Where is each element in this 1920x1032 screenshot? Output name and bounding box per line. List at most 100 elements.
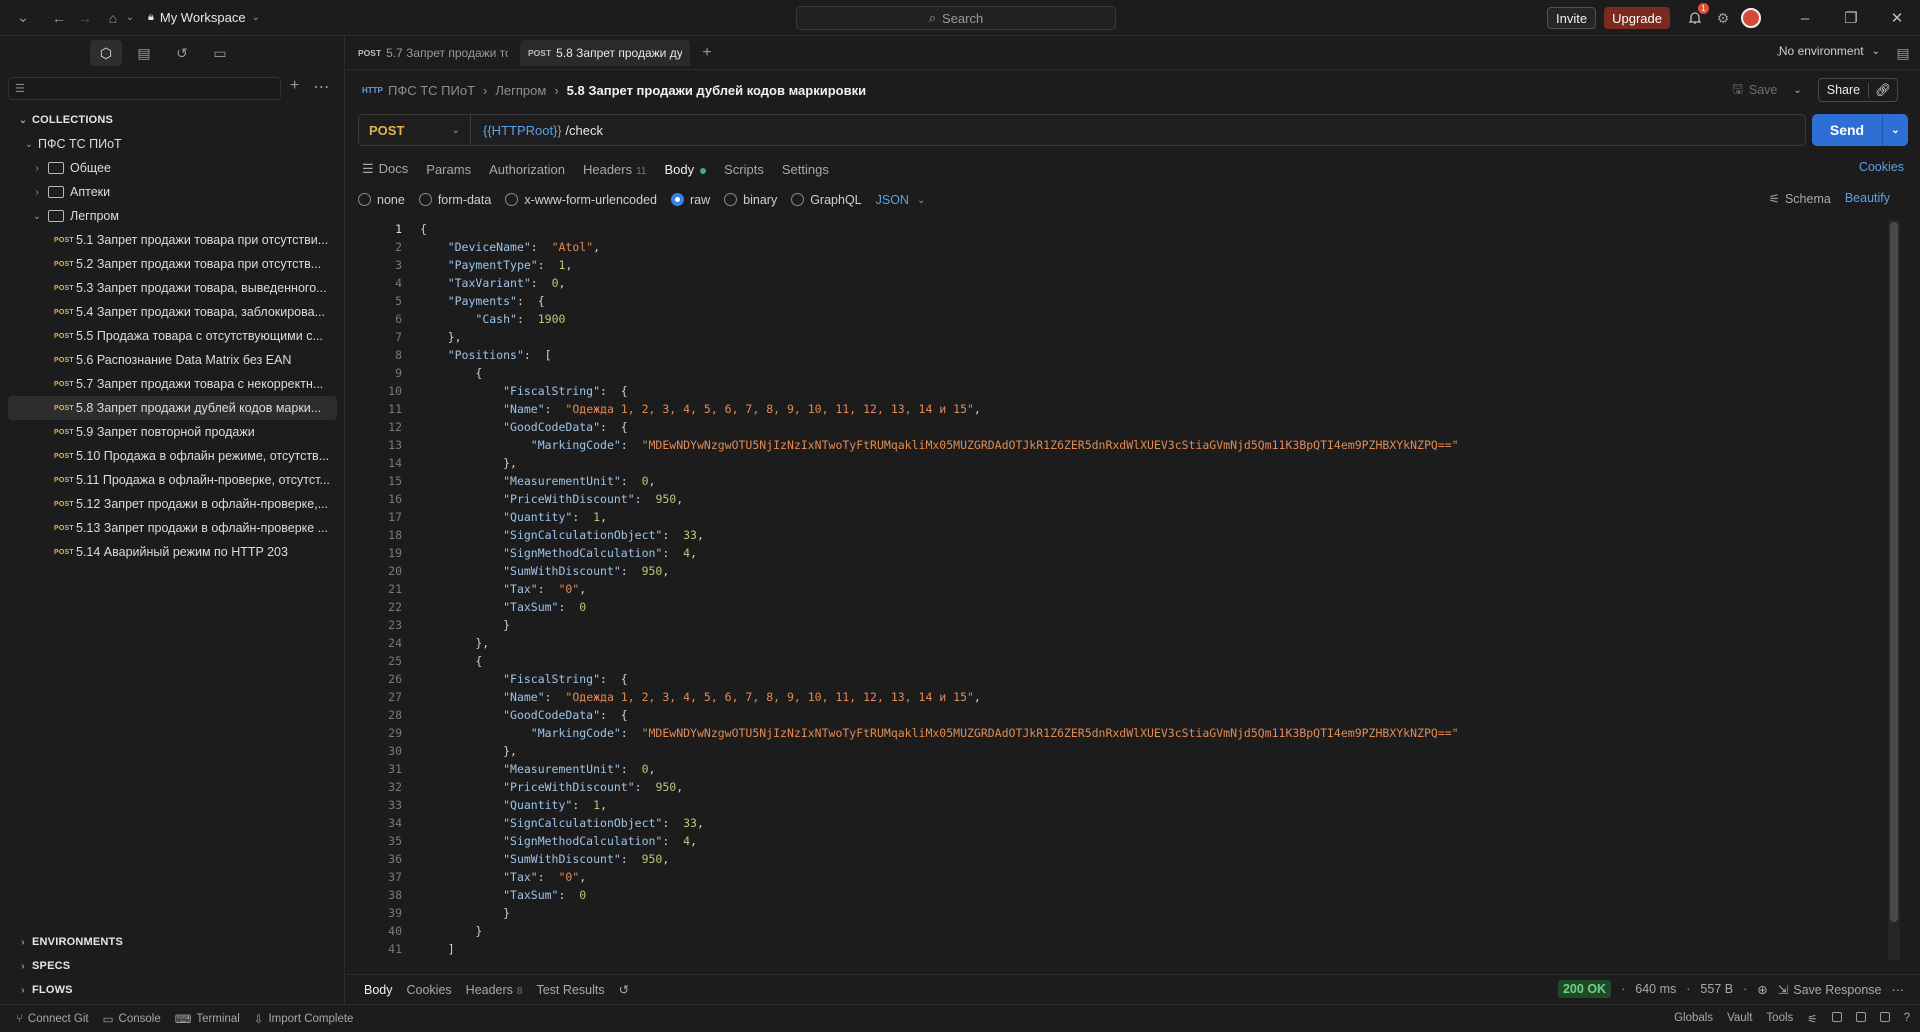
url-input[interactable]: {{HTTPRoot}} /check [471,123,603,138]
history-icon[interactable]: ↺ [166,40,198,66]
environments-icon[interactable]: ▤ [128,40,160,66]
response-tab-headers[interactable]: Headers 8 [466,983,523,997]
breadcrumb-collection[interactable]: ПФС ТС ПИоТ [388,83,475,98]
connect-git-button[interactable]: ⑂ Connect Git [16,1013,89,1025]
globals-button[interactable]: Globals [1674,1012,1713,1026]
gear-icon[interactable]: ⚙ [1712,7,1734,29]
console-button[interactable]: ▭ Console [103,1012,161,1026]
request-item[interactable]: POST 5.13 Запрет продажи в офлайн-проверк… [0,516,345,540]
menu-chevron-icon[interactable]: ⌄ [12,7,34,29]
request-item[interactable]: POST 5.11 Продажа в офлайн-проверке, отсу… [0,468,345,492]
search-input[interactable]: ⌕ Search [796,6,1116,30]
invite-button[interactable]: Invite [1547,7,1597,29]
layout-left-icon[interactable] [1831,1012,1842,1022]
request-item[interactable]: POST 5.4 Запрет продажи товара, заблокиро… [0,300,345,324]
environment-quick-look-icon[interactable]: ▤ [1892,42,1914,64]
body-type-graphql[interactable]: GraphQL [791,193,862,207]
tab-authorization[interactable]: Authorization [489,162,565,177]
save-response-button[interactable]: ⇲ Save Response [1778,982,1882,997]
request-item[interactable]: POST 5.1 Запрет продажи товара при отсутс… [0,228,345,252]
globe-icon[interactable]: ⊕ [1757,982,1767,997]
more-icon[interactable]: ⋯ [1892,982,1905,997]
beautify-button[interactable]: Beautify [1845,191,1890,206]
body-type-urlencoded[interactable]: x-www-form-urlencoded [505,193,657,207]
share-button[interactable]: Share 🔗︎ [1817,78,1898,102]
request-item[interactable]: POST 5.6 Распознание Data Matrix без EAN [0,348,345,372]
tab-params[interactable]: Params [426,162,471,177]
settings-sliders-icon[interactable]: ⚟ [1807,1012,1817,1026]
collection-item[interactable]: ⌄ ПФС ТС ПИоТ [0,132,345,156]
forward-arrow-icon[interactable]: → [74,7,96,29]
editor-scroll-thumb[interactable] [1890,222,1898,922]
bell-icon[interactable]: 1 [1684,3,1709,29]
breadcrumb-folder[interactable]: Легпром [495,83,546,98]
history-icon[interactable]: ↺ [619,982,629,997]
response-tab-cookies[interactable]: Cookies [407,983,452,997]
save-button[interactable]: 🖫︎ Save [1732,80,1777,101]
method-select[interactable]: POST ⌄ [359,115,471,145]
response-tab-test-results[interactable]: Test Results [536,983,604,997]
new-tab-icon[interactable]: + [696,42,718,64]
save-dropdown-icon[interactable]: ⌄ [1793,85,1801,96]
more-icon[interactable]: ⋯ [313,77,329,97]
cookies-link[interactable]: Cookies [1859,160,1904,174]
send-button[interactable]: Send ⌄ [1812,114,1908,146]
body-type-form-data[interactable]: form-data [418,193,491,207]
import-complete-button[interactable]: ⇩ Import Complete [254,1012,354,1026]
tools-button[interactable]: Tools [1766,1012,1793,1026]
tab-settings[interactable]: Settings [782,162,829,177]
avatar[interactable] [1740,7,1762,29]
home-dropdown-icon[interactable]: ⌄ [124,7,136,29]
tab-scripts[interactable]: Scripts [724,162,764,177]
close-button[interactable]: ✕ [1874,0,1920,36]
back-arrow-icon[interactable]: ← [48,7,70,29]
send-dropdown-icon[interactable]: ⌄ [1882,114,1908,146]
minimize-button[interactable]: – [1782,0,1828,36]
tab-headers[interactable]: Headers 11 [583,162,647,177]
layout-right-icon[interactable] [1879,1012,1890,1022]
tab-docs[interactable]: ☰ Docs [362,161,408,177]
request-item[interactable]: POST 5.14 Аварийный режим по HTTP 203 [0,540,345,564]
request-item[interactable]: POST 5.9 Запрет повторной продажи [0,420,345,444]
collections-icon[interactable]: ⬡ [90,40,122,66]
terminal-button[interactable]: ⌨ Terminal [175,1012,240,1026]
home-icon[interactable]: ⌂ [102,7,124,29]
request-item[interactable]: POST 5.7 Запрет продажи товара с некоррек… [0,372,345,396]
workspace-selector[interactable]: 🔒︎ My Workspace ⌄ [140,10,260,25]
filter-input[interactable]: ☰ [8,77,281,100]
request-item[interactable]: POST 5.10 Продажа в офлайн режиме, отсутс… [0,444,345,468]
request-item[interactable]: POST 5.3 Запрет продажи товара, выведенно… [0,276,345,300]
body-type-none[interactable]: none [358,193,405,207]
response-time[interactable]: 640 ms [1635,982,1676,996]
help-icon[interactable]: ? [1904,1012,1910,1026]
folder-item[interactable]: › Общее [0,156,345,180]
request-item[interactable]: POST 5.5 Продажа товара с отсутствующими … [0,324,345,348]
collections-header[interactable]: ⌄ COLLECTIONS [0,108,345,132]
response-tab-body[interactable]: Body [364,983,393,997]
request-tab-active[interactable]: POST 5.8 Запрет продажи ду [520,39,690,66]
files-icon[interactable]: ▭ [204,40,236,66]
environments-section[interactable]: › ENVIRONMENTS [0,930,345,954]
add-icon[interactable]: + [290,77,299,97]
link-icon[interactable]: 🔗︎ [1868,82,1897,98]
schema-button[interactable]: ⚟ Schema [1769,191,1831,206]
request-title[interactable]: 5.8 Запрет продажи дублей кодов маркиров… [567,83,866,98]
request-tab[interactable]: POST 5.7 Запрет продажи то [350,40,516,66]
environment-select[interactable]: No environment ⌄ [1779,44,1880,58]
layout-bottom-icon[interactable] [1855,1012,1866,1022]
code-editor[interactable]: 1 2 3 4 5 6 7 8 9 10 11 12 13 14 15 16 17 18 19 20 21 22 23 24 2… [346,220,1906,960]
folder-item[interactable]: ⌄ Легпром [0,204,345,228]
flows-section[interactable]: › FLOWS [0,978,345,1002]
body-format-select[interactable]: JSON ⌄ [876,193,926,207]
folder-item[interactable]: › Аптеки [0,180,345,204]
response-size[interactable]: 557 B [1700,982,1733,996]
body-type-raw[interactable]: raw [671,193,710,207]
status-badge[interactable]: 200 OK [1557,980,1612,998]
request-item[interactable]: POST 5.8 Запрет продажи дублей кодов марк… [8,396,337,420]
tab-body[interactable]: Body [665,162,707,177]
vault-button[interactable]: Vault [1727,1012,1752,1026]
restore-button[interactable]: ❐ [1828,0,1874,36]
request-item[interactable]: POST 5.2 Запрет продажи товара при отсутс… [0,252,345,276]
body-type-binary[interactable]: binary [724,193,777,207]
specs-section[interactable]: › SPECS [0,954,345,978]
